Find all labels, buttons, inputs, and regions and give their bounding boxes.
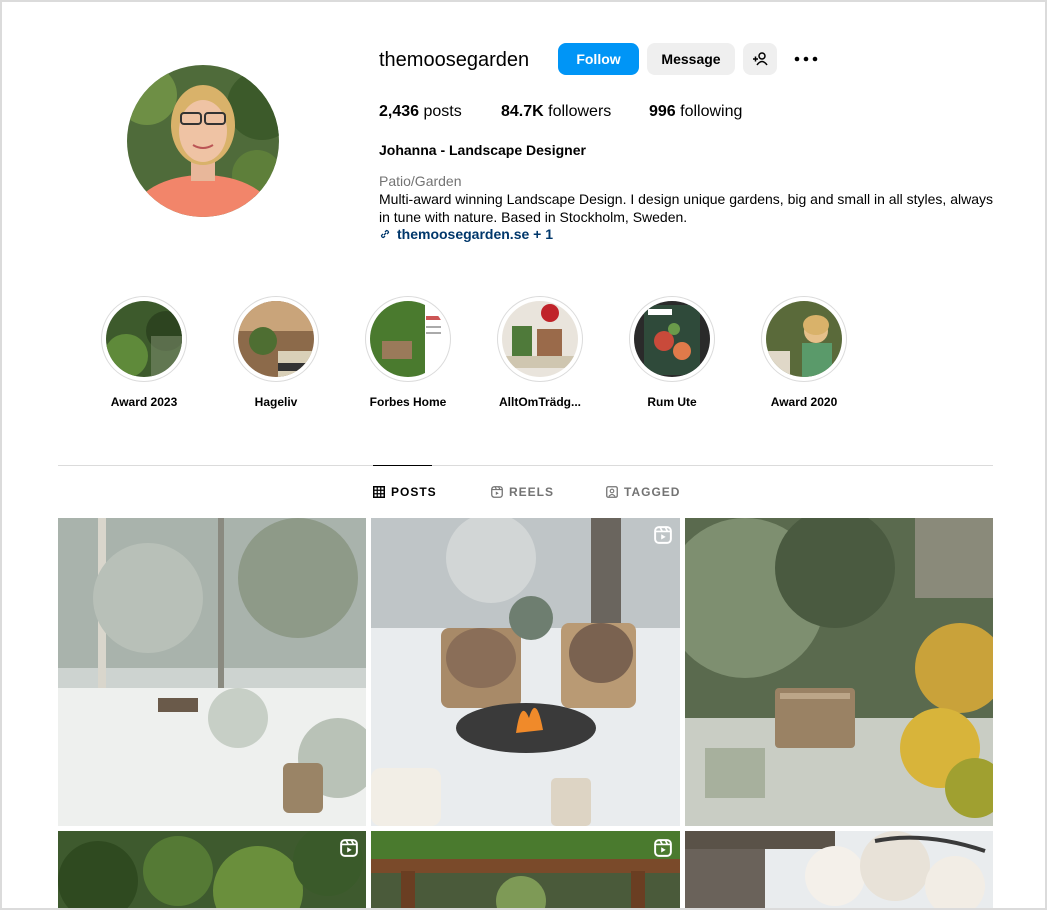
highlight-ring[interactable] [761, 296, 847, 382]
post-thumbnail-moss-pergola[interactable] [371, 831, 680, 908]
tagged-icon [606, 486, 618, 498]
highlight-cover [238, 301, 314, 377]
profile-avatar[interactable] [127, 65, 279, 217]
tab-reels[interactable]: REELS [491, 485, 554, 499]
following-stat[interactable]: 996 following [649, 103, 742, 121]
reel-icon [340, 839, 358, 857]
highlight-label: Hageliv [254, 395, 298, 409]
profile-username: themoosegarden [379, 49, 530, 71]
profile-page: themoosegarden Follow Message 2,436 post… [0, 0, 1047, 910]
posts-count: 2,436 [379, 103, 420, 120]
post-thumbnail-blossom-tree[interactable] [685, 831, 993, 908]
profile-full-name: Johanna - Landscape Designer [379, 142, 586, 158]
highlight-cover [502, 301, 578, 377]
highlight-award-2023[interactable]: Award 2023 [84, 296, 204, 409]
highlight-cover [370, 301, 446, 377]
profile-category: Patio/Garden [379, 173, 462, 189]
highlight-award-2020[interactable]: Award 2020 [744, 296, 864, 409]
profile-link-text: themoosegarden.se + 1 [397, 226, 554, 242]
grid-icon [373, 486, 385, 498]
highlight-rum-ute[interactable]: Rum Ute [612, 296, 732, 409]
tab-label: TAGGED [624, 485, 681, 499]
reels-icon [491, 486, 503, 498]
message-button[interactable]: Message [647, 43, 735, 75]
following-label: following [675, 103, 743, 120]
post-thumbnail-snowy-bench[interactable] [685, 518, 993, 826]
highlight-ring[interactable] [365, 296, 451, 382]
followers-count: 84.7K [501, 103, 544, 120]
highlight-alltomtradgard[interactable]: AlltOmTrädg... [480, 296, 600, 409]
highlight-ring[interactable] [629, 296, 715, 382]
following-count: 996 [649, 103, 676, 120]
tab-tagged[interactable]: TAGGED [606, 485, 680, 499]
followers-stat[interactable]: 84.7K followers [501, 103, 611, 121]
highlight-cover [106, 301, 182, 377]
highlight-ring[interactable] [101, 296, 187, 382]
tabs-divider [58, 465, 993, 466]
posts-label: posts [419, 103, 462, 120]
more-icon [794, 56, 818, 62]
posts-stat: 2,436 posts [379, 103, 462, 121]
suggest-user-button[interactable] [743, 43, 777, 75]
tab-label: REELS [509, 485, 555, 499]
post-thumbnail-green-garden[interactable] [58, 831, 366, 908]
link-icon [380, 229, 390, 239]
follow-button[interactable]: Follow [558, 43, 639, 75]
post-thumbnail-snowy-forest[interactable] [58, 518, 366, 826]
highlight-ring[interactable] [497, 296, 583, 382]
add-user-icon [753, 52, 768, 66]
profile-link[interactable]: themoosegarden.se + 1 [379, 226, 553, 242]
highlight-label: Award 2020 [770, 395, 838, 409]
tab-label: POSTS [391, 485, 437, 499]
profile-bio: Multi-award winning Landscape Design. I … [379, 191, 994, 225]
reel-icon [654, 526, 672, 544]
tab-posts[interactable]: POSTS [373, 485, 437, 499]
highlight-label: Forbes Home [369, 395, 447, 409]
highlight-label: AlltOmTrädg... [498, 395, 581, 409]
highlight-cover [634, 301, 710, 377]
more-options-button[interactable] [791, 44, 821, 74]
highlight-hageliv[interactable]: Hageliv [216, 296, 336, 409]
followers-label: followers [543, 103, 612, 120]
active-tab-indicator [373, 465, 432, 466]
reel-icon [654, 839, 672, 857]
highlight-forbes-home[interactable]: Forbes Home [348, 296, 468, 409]
highlight-label: Award 2023 [110, 395, 178, 409]
post-thumbnail-fire-pit[interactable] [371, 518, 680, 826]
highlight-cover [766, 301, 842, 377]
highlight-label: Rum Ute [647, 395, 697, 409]
highlight-ring[interactable] [233, 296, 319, 382]
